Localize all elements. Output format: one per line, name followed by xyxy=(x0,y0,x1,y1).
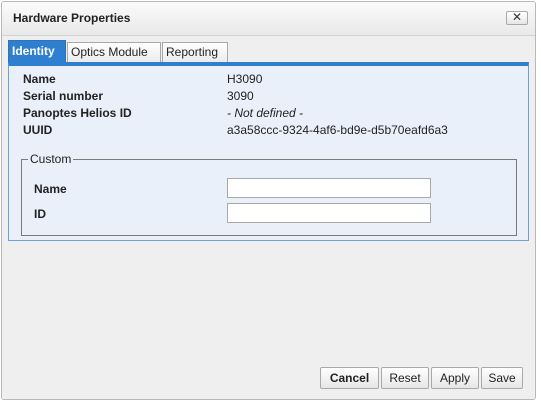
custom-fieldset: Custom Name ID xyxy=(21,152,517,236)
custom-id-input[interactable] xyxy=(227,203,431,223)
property-value: a3a58ccc-9324-4af6-bd9e-d5b70eafd6a3 xyxy=(227,123,448,137)
custom-id-label: ID xyxy=(34,207,46,221)
property-label: Name xyxy=(23,72,56,86)
property-label: Panoptes Helios ID xyxy=(23,106,132,120)
dialog-content: Identity Optics Module Reporting Name H3… xyxy=(2,36,535,399)
custom-name-label: Name xyxy=(34,182,67,196)
save-button[interactable]: Save xyxy=(481,367,523,389)
cancel-button[interactable]: Cancel xyxy=(320,367,379,389)
tab-identity[interactable]: Identity xyxy=(8,40,66,62)
close-icon: ✕ xyxy=(511,10,523,24)
tab-optics-module[interactable]: Optics Module xyxy=(67,42,161,62)
tab-identity-label: Identity xyxy=(12,44,55,58)
tab-reporting[interactable]: Reporting xyxy=(162,42,228,62)
custom-name-input[interactable] xyxy=(227,178,431,198)
property-value: - Not defined - xyxy=(227,106,304,120)
property-value: H3090 xyxy=(227,72,263,86)
custom-legend: Custom xyxy=(28,152,74,166)
identity-panel: Name H3090 Serial number 3090 Panoptes H… xyxy=(8,62,529,241)
property-label: UUID xyxy=(23,123,53,137)
hardware-properties-dialog: Hardware Properties ✕ Identity Optics Mo… xyxy=(1,1,536,400)
property-label: Serial number xyxy=(23,89,104,103)
tab-reporting-label: Reporting xyxy=(166,45,219,59)
reset-button[interactable]: Reset xyxy=(381,367,429,389)
tab-optics-module-label: Optics Module xyxy=(71,45,148,59)
property-value: 3090 xyxy=(227,89,254,103)
dialog-title: Hardware Properties xyxy=(13,11,131,25)
apply-button[interactable]: Apply xyxy=(431,367,479,389)
close-button[interactable]: ✕ xyxy=(506,11,528,25)
dialog-titlebar[interactable]: Hardware Properties ✕ xyxy=(2,2,535,36)
